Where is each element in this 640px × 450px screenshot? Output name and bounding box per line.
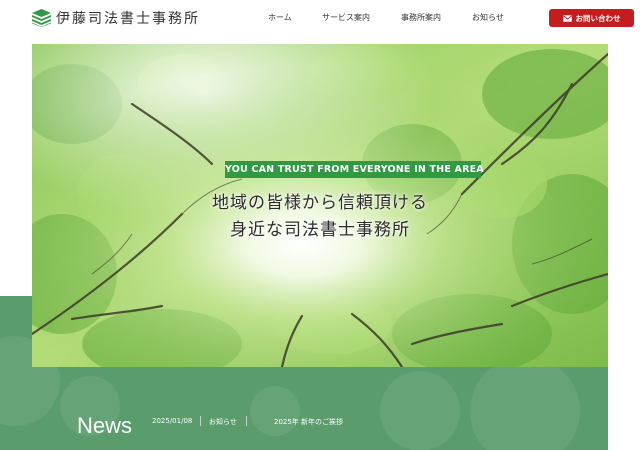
bokeh-light: [250, 386, 300, 436]
contact-button-label: お問い合わせ: [575, 13, 621, 23]
site-header: 伊藤司法書士事務所 ホーム サービス案内 事務所案内 お知らせ お問い合わせ: [0, 0, 640, 36]
nav-services[interactable]: サービス案内: [322, 12, 370, 26]
news-item-title[interactable]: 2025年 新年のご挨拶: [274, 417, 343, 427]
books-logo-icon: [32, 9, 51, 27]
news-heading: News: [77, 413, 133, 438]
news-divider: [246, 416, 247, 426]
hero-tagline-badge: YOU CAN TRUST FROM EVERYONE IN THE AREA: [225, 161, 484, 178]
nav-news[interactable]: お知らせ: [472, 12, 504, 26]
news-item-date: 2025/01/08: [152, 417, 193, 425]
bokeh-light: [380, 371, 460, 450]
hero-headline-line2: 身近な司法書士事務所: [230, 220, 410, 240]
logo-text: 伊藤司法書士事務所: [56, 11, 200, 27]
news-divider: [200, 416, 201, 426]
contact-button[interactable]: お問い合わせ: [549, 9, 634, 27]
nav-home[interactable]: ホーム: [268, 12, 292, 26]
hero-banner: YOU CAN TRUST FROM EVERYONE IN THE AREA …: [32, 44, 608, 367]
news-item-category: お知らせ: [209, 418, 237, 426]
site-logo[interactable]: 伊藤司法書士事務所: [32, 8, 200, 28]
hero-headline-line1: 地域の皆様から信頼頂ける: [212, 193, 428, 213]
nav-office[interactable]: 事務所案内: [401, 12, 441, 26]
bokeh-light: [470, 356, 580, 450]
mail-icon: [562, 14, 572, 22]
